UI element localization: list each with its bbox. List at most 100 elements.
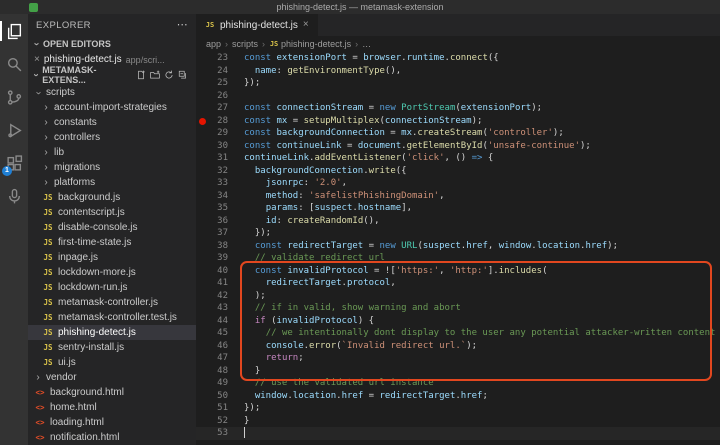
breakpoint-icon[interactable] (199, 118, 206, 125)
code-line-36[interactable]: 36 id: createRandomId(), (196, 215, 720, 228)
code-line-44[interactable]: 44 if (invalidProtocol) { (196, 315, 720, 328)
code-editor[interactable]: 23const extensionPort = browser.runtime.… (196, 52, 720, 445)
tree-item-vendor[interactable]: ›vendor (28, 370, 196, 385)
code-line-37[interactable]: 37 }); (196, 227, 720, 240)
search-activity-button[interactable] (0, 54, 28, 74)
line-number-51[interactable]: 51 (196, 402, 232, 415)
code-line-49[interactable]: 49 // use the validated url instance (196, 377, 720, 390)
line-number-27[interactable]: 27 (196, 102, 232, 115)
explorer-activity-button[interactable] (0, 21, 28, 41)
tree-item-disable-console.js[interactable]: JSdisable-console.js (28, 220, 196, 235)
code-line-39[interactable]: 39 // validate redirect url (196, 252, 720, 265)
refresh-icon[interactable] (164, 70, 174, 80)
code-line-52[interactable]: 52} (196, 415, 720, 428)
code-line-51[interactable]: 51}); (196, 402, 720, 415)
tree-item-home.html[interactable]: <>home.html (28, 400, 196, 415)
tree-item-first-time-state.js[interactable]: JSfirst-time-state.js (28, 235, 196, 250)
code-line-28[interactable]: 28const mx = setupMultiplex(connectionSt… (196, 115, 720, 128)
line-number-39[interactable]: 39 (196, 252, 232, 265)
code-line-48[interactable]: 48 } (196, 365, 720, 378)
line-number-34[interactable]: 34 (196, 190, 232, 203)
breadcrumb-phishing-detect.js[interactable]: JSphishing-detect.js (269, 39, 351, 49)
code-line-45[interactable]: 45 // we intentionally dont display to t… (196, 327, 720, 340)
line-number-42[interactable]: 42 (196, 290, 232, 303)
line-number-30[interactable]: 30 (196, 140, 232, 153)
line-number-24[interactable]: 24 (196, 65, 232, 78)
workspace-header[interactable]: › METAMASK-EXTENS... (28, 67, 196, 83)
line-number-48[interactable]: 48 (196, 365, 232, 378)
line-number-52[interactable]: 52 (196, 415, 232, 428)
tree-item-contentscript.js[interactable]: JScontentscript.js (28, 205, 196, 220)
new-file-icon[interactable] (136, 70, 146, 80)
line-number-37[interactable]: 37 (196, 227, 232, 240)
code-line-26[interactable]: 26 (196, 90, 720, 103)
line-number-29[interactable]: 29 (196, 127, 232, 140)
tab-phishing-detect[interactable]: JS phishing-detect.js × (196, 14, 318, 36)
code-line-34[interactable]: 34 method: 'safelistPhishingDomain', (196, 190, 720, 203)
tree-item-lib[interactable]: ›lib (28, 145, 196, 160)
open-editors-header[interactable]: › OPEN EDITORS (28, 36, 196, 52)
code-line-42[interactable]: 42 ); (196, 290, 720, 303)
line-number-44[interactable]: 44 (196, 315, 232, 328)
line-number-41[interactable]: 41 (196, 277, 232, 290)
line-number-28[interactable]: 28 (196, 115, 232, 128)
line-number-31[interactable]: 31 (196, 152, 232, 165)
tree-item-notification.html[interactable]: <>notification.html (28, 430, 196, 445)
tree-item-metamask-controller.test.js[interactable]: JSmetamask-controller.test.js (28, 310, 196, 325)
line-number-45[interactable]: 45 (196, 327, 232, 340)
source-control-activity-button[interactable] (0, 87, 28, 107)
code-line-40[interactable]: 40 const invalidProtocol = !['https:', '… (196, 265, 720, 278)
line-number-35[interactable]: 35 (196, 202, 232, 215)
code-line-43[interactable]: 43 // if in valid, show warning and abor… (196, 302, 720, 315)
more-actions-icon[interactable]: ⋯ (177, 20, 188, 30)
collapse-all-icon[interactable] (178, 70, 188, 80)
code-line-24[interactable]: 24 name: getEnvironmentType(), (196, 65, 720, 78)
line-number-47[interactable]: 47 (196, 352, 232, 365)
tree-item-lockdown-run.js[interactable]: JSlockdown-run.js (28, 280, 196, 295)
line-number-25[interactable]: 25 (196, 77, 232, 90)
new-folder-icon[interactable] (150, 70, 160, 80)
tree-item-constants[interactable]: ›constants (28, 115, 196, 130)
tree-item-ui.js[interactable]: JSui.js (28, 355, 196, 370)
line-number-32[interactable]: 32 (196, 165, 232, 178)
tab-close-icon[interactable]: × (303, 20, 309, 30)
tree-item-lockdown-more.js[interactable]: JSlockdown-more.js (28, 265, 196, 280)
code-line-25[interactable]: 25}); (196, 77, 720, 90)
breadcrumb-scripts[interactable]: scripts (232, 39, 258, 49)
code-line-47[interactable]: 47 return; (196, 352, 720, 365)
code-line-30[interactable]: 30const continueLink = document.getEleme… (196, 140, 720, 153)
line-number-49[interactable]: 49 (196, 377, 232, 390)
microphone-activity-button[interactable] (0, 186, 28, 206)
code-line-32[interactable]: 32 backgroundConnection.write({ (196, 165, 720, 178)
run-debug-activity-button[interactable] (0, 120, 28, 140)
code-line-35[interactable]: 35 params: [suspect.hostname], (196, 202, 720, 215)
breadcrumb-…[interactable]: … (362, 39, 371, 49)
tree-item-phishing-detect.js[interactable]: JSphishing-detect.js (28, 325, 196, 340)
line-number-43[interactable]: 43 (196, 302, 232, 315)
line-number-50[interactable]: 50 (196, 390, 232, 403)
tree-item-loading.html[interactable]: <>loading.html (28, 415, 196, 430)
code-line-23[interactable]: 23const extensionPort = browser.runtime.… (196, 52, 720, 65)
tree-item-inpage.js[interactable]: JSinpage.js (28, 250, 196, 265)
code-line-41[interactable]: 41 redirectTarget.protocol, (196, 277, 720, 290)
extensions-activity-button[interactable]: 1 (0, 153, 28, 173)
code-line-50[interactable]: 50 window.location.href = redirectTarget… (196, 390, 720, 403)
code-line-33[interactable]: 33 jsonrpc: '2.0', (196, 177, 720, 190)
code-line-46[interactable]: 46 console.error(`Invalid redirect url.`… (196, 340, 720, 353)
line-number-46[interactable]: 46 (196, 340, 232, 353)
line-number-40[interactable]: 40 (196, 265, 232, 278)
code-line-38[interactable]: 38 const redirectTarget = new URL(suspec… (196, 240, 720, 253)
tree-item-background.js[interactable]: JSbackground.js (28, 190, 196, 205)
tree-item-background.html[interactable]: <>background.html (28, 385, 196, 400)
line-number-33[interactable]: 33 (196, 177, 232, 190)
tree-item-account-import-strategies[interactable]: ›account-import-strategies (28, 100, 196, 115)
line-number-23[interactable]: 23 (196, 52, 232, 65)
breadcrumb-app[interactable]: app (206, 39, 221, 49)
tree-item-sentry-install.js[interactable]: JSsentry-install.js (28, 340, 196, 355)
tree-item-migrations[interactable]: ›migrations (28, 160, 196, 175)
code-line-53[interactable]: 53 (196, 427, 720, 440)
line-number-36[interactable]: 36 (196, 215, 232, 228)
tree-item-platforms[interactable]: ›platforms (28, 175, 196, 190)
line-number-38[interactable]: 38 (196, 240, 232, 253)
code-line-27[interactable]: 27const connectionStream = new PortStrea… (196, 102, 720, 115)
